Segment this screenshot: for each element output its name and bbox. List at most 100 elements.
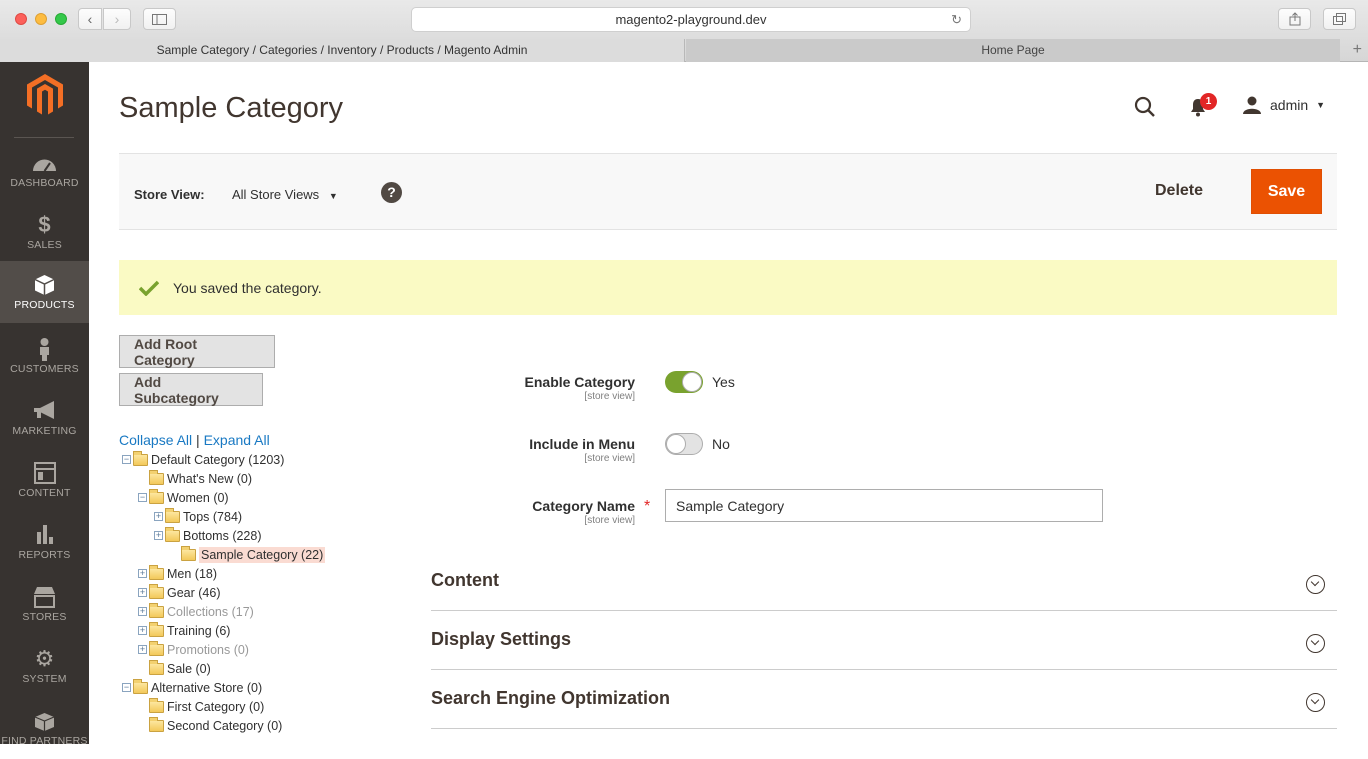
checkmark-icon xyxy=(139,280,159,296)
folder-icon xyxy=(149,659,164,675)
folder-icon xyxy=(149,602,164,618)
store-icon xyxy=(34,587,55,608)
tree-node[interactable]: − Women (0) xyxy=(138,488,229,507)
chevron-down-icon xyxy=(1306,634,1325,653)
expand-node-icon[interactable]: + xyxy=(154,512,163,521)
tree-node-label: Men (18) xyxy=(167,566,218,581)
sidebar-item-label: CONTENT xyxy=(18,487,71,499)
sidebar-item-system[interactable]: ⚙ SYSTEM xyxy=(0,635,89,697)
sidebar-item-label: REPORTS xyxy=(18,549,71,561)
collapse-node-icon[interactable]: − xyxy=(122,683,131,692)
new-tab-icon[interactable]: + xyxy=(1353,39,1362,61)
admin-sidebar: DASHBOARD $ SALES PRODUCTS CUSTOMERS MAR… xyxy=(0,62,89,747)
tree-node[interactable]: Sample Category (22) xyxy=(170,545,326,564)
expand-node-icon[interactable]: + xyxy=(138,626,147,635)
tree-node[interactable]: − Default Category (1203) xyxy=(122,450,284,469)
sidebar-item-content[interactable]: CONTENT xyxy=(0,449,89,511)
magento-logo-icon[interactable] xyxy=(27,74,63,116)
tree-node[interactable]: + Gear (46) xyxy=(138,583,221,602)
sidebar-item-reports[interactable]: REPORTS xyxy=(0,511,89,573)
sidebar-item-marketing[interactable]: MARKETING xyxy=(0,387,89,449)
sidebar-item-dashboard[interactable]: DASHBOARD xyxy=(0,139,89,201)
tree-node[interactable]: + Promotions (0) xyxy=(138,640,249,659)
category-name-label: Category Name [store view] xyxy=(425,498,635,526)
folder-icon xyxy=(149,488,164,504)
collapse-node-icon[interactable]: − xyxy=(138,493,147,502)
tree-node[interactable]: − Alternative Store (0) xyxy=(122,678,262,697)
section-search-engine-optimization[interactable]: Search Engine Optimization xyxy=(431,670,1337,729)
forward-button[interactable]: › xyxy=(103,8,131,30)
sidebar-item-stores[interactable]: STORES xyxy=(0,573,89,635)
username: admin xyxy=(1270,97,1309,113)
cubes-icon xyxy=(34,713,55,731)
sidebar-item-label: SALES xyxy=(27,239,62,251)
expand-all-link[interactable]: Expand All xyxy=(204,432,270,448)
reload-icon[interactable]: ↻ xyxy=(951,8,962,31)
tree-node[interactable]: Sale (0) xyxy=(138,659,211,678)
expand-node-icon[interactable]: + xyxy=(138,588,147,597)
tree-node[interactable]: What's New (0) xyxy=(138,469,252,488)
folder-icon xyxy=(165,526,180,542)
expand-node-icon[interactable]: + xyxy=(154,531,163,540)
sidebar-item-find-partners[interactable]: FIND PARTNERS xyxy=(0,697,89,759)
section-display-settings[interactable]: Display Settings xyxy=(431,611,1337,670)
zoom-window-button[interactable] xyxy=(55,13,67,25)
tree-node[interactable]: + Men (18) xyxy=(138,564,217,583)
close-window-button[interactable] xyxy=(15,13,27,25)
tabs-icon xyxy=(1333,13,1346,25)
back-button[interactable]: ‹ xyxy=(78,8,102,30)
include-in-menu-toggle[interactable] xyxy=(665,433,703,455)
enable-category-value: Yes xyxy=(712,374,735,390)
address-bar[interactable]: magento2-playground.dev ↻ xyxy=(411,7,971,32)
tree-node-label: Alternative Store (0) xyxy=(151,680,263,695)
chevron-left-icon: ‹ xyxy=(87,11,93,27)
section-content[interactable]: Content xyxy=(431,552,1337,611)
tree-node-label: Training (6) xyxy=(167,623,231,638)
expand-node-icon[interactable]: + xyxy=(138,607,147,616)
tree-node[interactable]: + Tops (784) xyxy=(154,507,242,526)
megaphone-icon xyxy=(34,401,54,419)
tabs-overview-button[interactable] xyxy=(1323,8,1356,30)
tree-node[interactable]: First Category (0) xyxy=(138,697,264,716)
user-menu[interactable]: admin ▼ xyxy=(1242,96,1325,114)
add-subcategory-button[interactable]: Add Subcategory xyxy=(119,373,263,406)
sidebar-icon xyxy=(152,13,167,25)
collapse-all-link[interactable]: Collapse All xyxy=(119,432,192,448)
field-scope: [store view] xyxy=(584,453,635,464)
tree-node[interactable]: + Training (6) xyxy=(138,621,230,640)
search-icon[interactable] xyxy=(1133,95,1157,119)
folder-icon xyxy=(149,640,164,656)
share-button[interactable] xyxy=(1278,8,1311,30)
tree-node[interactable]: + Collections (17) xyxy=(138,602,254,621)
sidebar-item-products[interactable]: PRODUCTS xyxy=(0,261,89,323)
tree-node-label: Women (0) xyxy=(167,490,229,505)
store-view-dropdown[interactable]: All Store Views ▼ xyxy=(232,187,338,202)
sidebar-divider xyxy=(14,137,74,138)
sidebar-item-sales[interactable]: $ SALES xyxy=(0,201,89,263)
collapse-node-icon[interactable]: − xyxy=(122,455,131,464)
caret-down-icon: ▼ xyxy=(328,191,338,201)
tree-node-label: Collections (17) xyxy=(167,604,254,619)
category-name-input[interactable] xyxy=(665,489,1103,522)
dashboard-icon xyxy=(33,159,56,172)
sidebar-toggle-button[interactable] xyxy=(143,8,176,30)
save-button[interactable]: Save xyxy=(1251,169,1322,214)
tree-node[interactable]: Second Category (0) xyxy=(138,716,282,735)
delete-button[interactable]: Delete xyxy=(1155,182,1203,200)
expand-node-icon[interactable]: + xyxy=(138,569,147,578)
tree-node[interactable]: + Bottoms (228) xyxy=(154,526,262,545)
tree-node-label: Bottoms (228) xyxy=(183,528,262,543)
add-root-category-button[interactable]: Add Root Category xyxy=(119,335,275,368)
notification-badge[interactable]: 1 xyxy=(1200,93,1217,110)
enable-category-toggle[interactable] xyxy=(665,371,703,393)
minimize-window-button[interactable] xyxy=(35,13,47,25)
bar-chart-icon xyxy=(37,525,53,544)
toggle-knob xyxy=(682,372,702,392)
main-content: Sample Category 1 admin ▼ Store View: Al… xyxy=(89,62,1368,744)
tab-magento-admin[interactable]: Sample Category / Categories / Inventory… xyxy=(0,39,685,62)
tab-home-page[interactable]: Home Page xyxy=(686,39,1340,62)
sidebar-item-customers[interactable]: CUSTOMERS xyxy=(0,325,89,387)
field-scope: [store view] xyxy=(584,391,635,402)
expand-node-icon[interactable]: + xyxy=(138,645,147,654)
help-icon[interactable]: ? xyxy=(381,182,402,203)
